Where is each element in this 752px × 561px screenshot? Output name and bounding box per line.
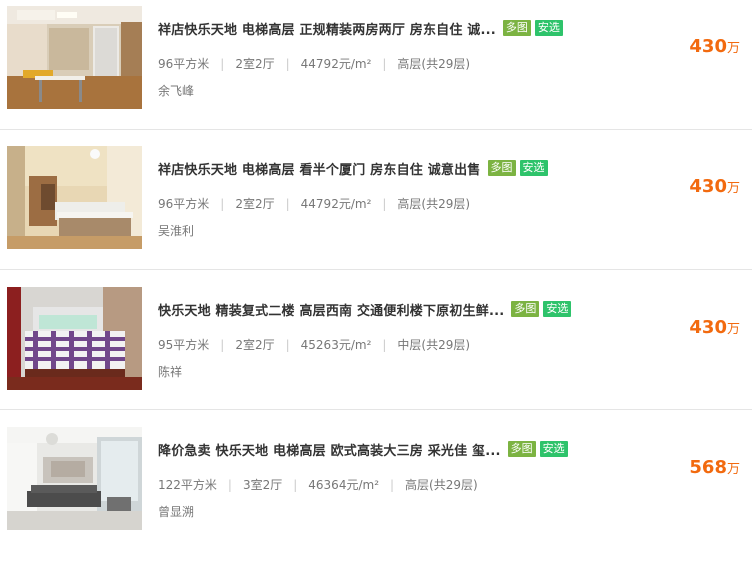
- price-unit: 万: [726, 181, 740, 196]
- listing-title[interactable]: 降价急卖 快乐天地 电梯高层 欧式高装大三房 采光佳 玺...: [158, 440, 501, 459]
- divider: [0, 409, 752, 410]
- listing-unit-price: 45263元/m²: [300, 338, 372, 352]
- listing-price: 430万: [689, 36, 740, 57]
- listing-floor: 高层(共29层): [397, 197, 471, 211]
- tag-multi-photo: 多图: [502, 20, 531, 36]
- listing-info: 96平方米 | 2室2厅 | 44792元/m² | 高层(共29层): [158, 55, 470, 72]
- bedroom-photo: [7, 146, 142, 249]
- price-unit: 万: [726, 41, 740, 56]
- separator: |: [285, 196, 290, 211]
- listing-layout: 2室2厅: [235, 338, 275, 352]
- listing-price: 568万: [689, 457, 740, 478]
- tag-multi-photo: 多图: [507, 441, 536, 457]
- listing-item[interactable]: 祥店快乐天地 电梯高层 看半个厦门 房东自住 诚意出售 多图 安选 96平方米 …: [0, 140, 752, 280]
- listing-floor: 高层(共29层): [397, 57, 471, 71]
- price-value: 430: [689, 317, 727, 338]
- tag-multi-photo: 多图: [511, 301, 540, 317]
- tag-safe-select: 安选: [519, 160, 548, 176]
- tag-safe-select: 安选: [543, 301, 572, 317]
- separator: |: [220, 196, 225, 211]
- listing-title[interactable]: 快乐天地 精装复式二楼 高层西南 交通便利楼下原初生鲜...: [158, 300, 504, 319]
- price-value: 430: [689, 36, 727, 57]
- separator: |: [390, 477, 395, 492]
- tag-safe-select: 安选: [534, 20, 563, 36]
- listing-info: 96平方米 | 2室2厅 | 44792元/m² | 高层(共29层): [158, 195, 470, 212]
- listing-layout: 2室2厅: [235, 57, 275, 71]
- separator: |: [382, 337, 387, 352]
- listing-agent[interactable]: 余飞峰: [158, 82, 194, 99]
- listing-unit-price: 44792元/m²: [300, 57, 372, 71]
- divider: [0, 129, 752, 130]
- living-room-photo: [7, 6, 142, 109]
- living-room-sofa-photo: [7, 427, 142, 530]
- listing-price: 430万: [689, 317, 740, 338]
- separator: |: [293, 477, 298, 492]
- bedroom-plaid-bed-photo: [7, 287, 142, 390]
- listing-area: 122平方米: [158, 478, 217, 492]
- listing-title[interactable]: 祥店快乐天地 电梯高层 看半个厦门 房东自住 诚意出售: [158, 159, 481, 178]
- tag-multi-photo: 多图: [487, 160, 516, 176]
- listing-info: 122平方米 | 3室2厅 | 46364元/m² | 高层(共29层): [158, 476, 478, 493]
- listing-layout: 3室2厅: [242, 478, 283, 492]
- listing-area: 96平方米: [158, 57, 210, 71]
- listing-photo[interactable]: [7, 427, 142, 530]
- price-unit: 万: [726, 322, 740, 337]
- listing-agent[interactable]: 陈祥: [158, 363, 182, 380]
- listing-item[interactable]: 祥店快乐天地 电梯高层 正规精装两房两厅 房东自住 诚... 多图 安选 96平…: [0, 0, 752, 140]
- listing-item[interactable]: 快乐天地 精装复式二楼 高层西南 交通便利楼下原初生鲜... 多图 安选 95平…: [0, 281, 752, 421]
- listing-photo[interactable]: [7, 287, 142, 390]
- listing-agent[interactable]: 吴淮利: [158, 222, 194, 239]
- price-unit: 万: [726, 462, 740, 477]
- price-value: 430: [689, 176, 727, 197]
- listing-info: 95平方米 | 2室2厅 | 45263元/m² | 中层(共29层): [158, 336, 470, 353]
- listing-price: 430万: [689, 176, 740, 197]
- listing-item[interactable]: 降价急卖 快乐天地 电梯高层 欧式高装大三房 采光佳 玺... 多图 安选 12…: [0, 421, 752, 561]
- separator: |: [285, 337, 290, 352]
- price-value: 568: [689, 457, 727, 478]
- listing-agent[interactable]: 曾显溯: [158, 503, 194, 520]
- separator: |: [382, 56, 387, 71]
- divider: [0, 269, 752, 270]
- listing-floor: 中层(共29层): [397, 338, 471, 352]
- separator: |: [382, 196, 387, 211]
- listing-area: 96平方米: [158, 197, 210, 211]
- listing-photo[interactable]: [7, 6, 142, 109]
- tag-safe-select: 安选: [539, 441, 568, 457]
- separator: |: [227, 477, 232, 492]
- separator: |: [220, 337, 225, 352]
- listing-floor: 高层(共29层): [405, 478, 478, 492]
- listing-title[interactable]: 祥店快乐天地 电梯高层 正规精装两房两厅 房东自住 诚...: [158, 19, 496, 38]
- listing-unit-price: 46364元/m²: [308, 478, 379, 492]
- listing-unit-price: 44792元/m²: [300, 197, 372, 211]
- listing-photo[interactable]: [7, 146, 142, 249]
- listing-layout: 2室2厅: [235, 197, 275, 211]
- listing-list: 祥店快乐天地 电梯高层 正规精装两房两厅 房东自住 诚... 多图 安选 96平…: [0, 0, 752, 534]
- separator: |: [285, 56, 290, 71]
- separator: |: [220, 56, 225, 71]
- listing-area: 95平方米: [158, 338, 210, 352]
